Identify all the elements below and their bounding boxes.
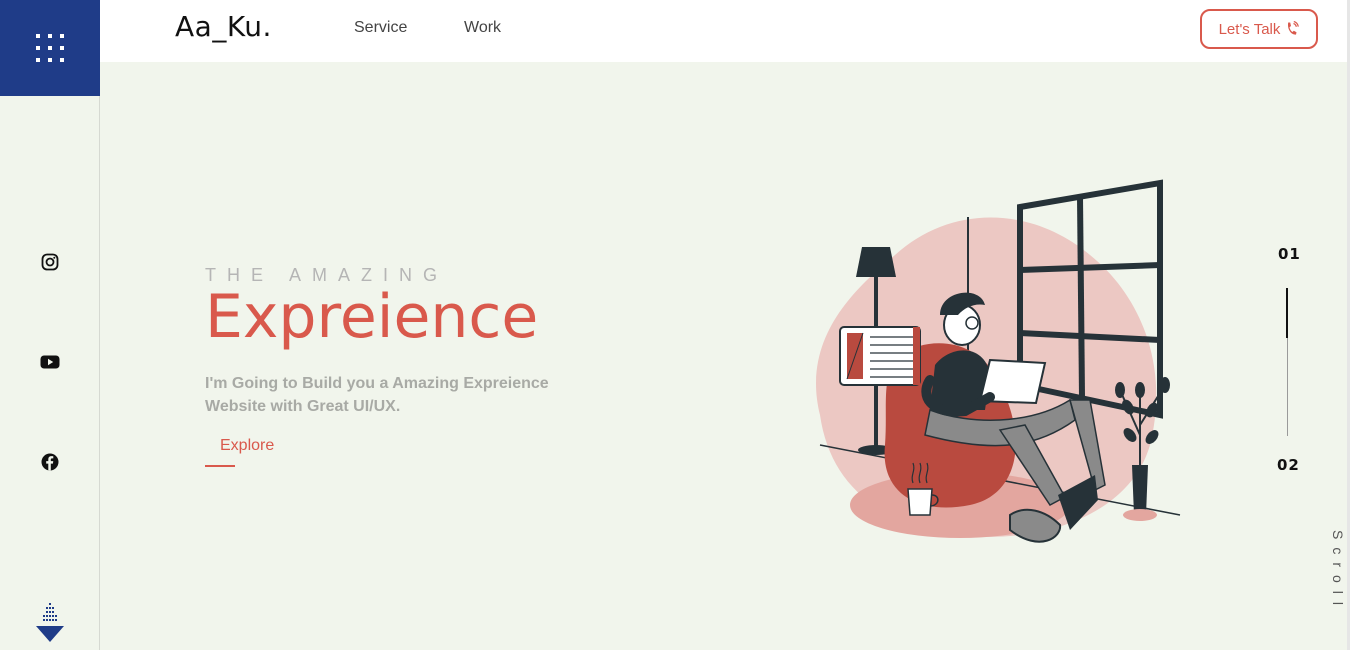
slide-progress-active: [1286, 288, 1288, 338]
hero-illustration: [816, 179, 1181, 543]
scroll-down-button[interactable]: [36, 602, 64, 644]
youtube-icon: [40, 355, 60, 369]
brand-logo[interactable]: Aa_Ku.: [175, 10, 272, 43]
hero-subtitle: I'm Going to Build you a Amazing Expreie…: [205, 375, 549, 415]
scroll-label: Scroll: [1330, 530, 1346, 614]
nav-service[interactable]: Service: [354, 19, 407, 37]
youtube-link[interactable]: [40, 352, 60, 372]
grid-menu-button[interactable]: [0, 0, 100, 96]
slide-number-current[interactable]: 01: [1278, 245, 1301, 263]
instagram-link[interactable]: [40, 252, 60, 272]
phone-icon: [1288, 21, 1300, 35]
explore-link[interactable]: Explore: [220, 437, 274, 455]
slide-number-next[interactable]: 02: [1277, 456, 1300, 474]
explore-underline: [205, 465, 235, 467]
top-header: Aa_Ku. Service Work Let's Talk: [100, 0, 1350, 62]
facebook-icon: [41, 453, 59, 471]
scroll-down-arrow-icon: [36, 603, 64, 642]
lets-talk-button[interactable]: Let's Talk: [1200, 9, 1318, 49]
grid-menu-icon: [36, 34, 64, 62]
left-sidebar: [0, 0, 100, 650]
facebook-link[interactable]: [40, 452, 60, 472]
lets-talk-label: Let's Talk: [1218, 20, 1281, 38]
hero-title: Expreience: [205, 282, 539, 352]
nav-work[interactable]: Work: [464, 19, 501, 37]
instagram-icon: [41, 253, 59, 271]
